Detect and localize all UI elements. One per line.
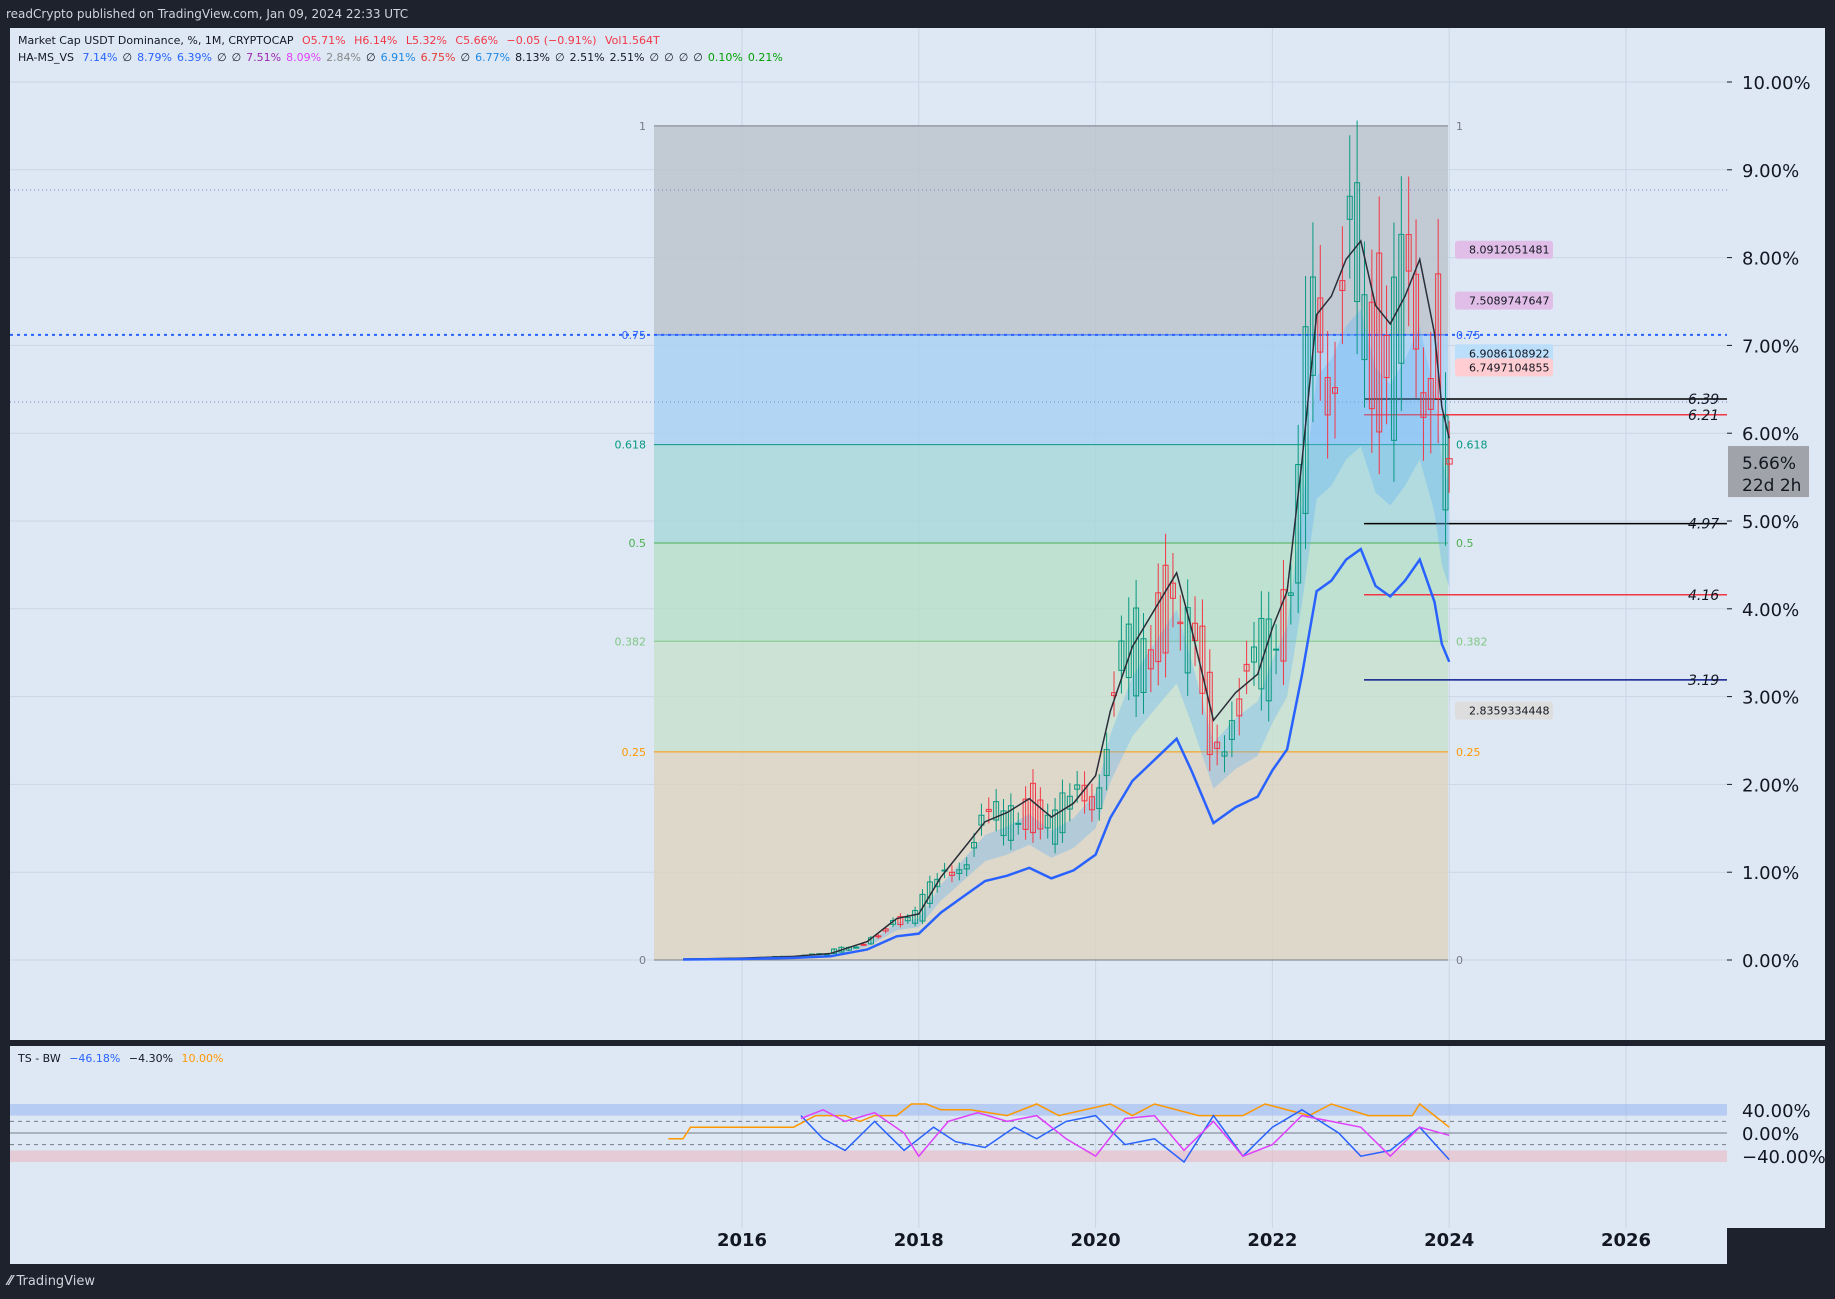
oscillator-background (10, 1043, 1727, 1228)
oscillator-axis-label: 0.00% (1742, 1124, 1799, 1145)
value-tag-label: 7.5089747647 (1469, 295, 1549, 308)
fib-level-label-right: 0 (1456, 954, 1463, 967)
level-label: 4.97 (1688, 517, 1719, 533)
price-axis-label: 3.00% (1742, 688, 1799, 709)
legend-indicator-value: 6.77% (475, 51, 511, 64)
level-label: 3.19 (1688, 673, 1719, 689)
legend-indicator-value: 6.75% (420, 51, 456, 64)
legend-indicator-value: 8.09% (286, 51, 322, 64)
price-axis-label: 9.00% (1742, 161, 1799, 182)
price-axis-background (1727, 28, 1825, 1228)
legend-oscillator: TS - BW −46.18% −4.30% 10.00% (18, 1052, 229, 1065)
legend-indicator-value: ∅ (460, 51, 471, 64)
legend-indicator-value: 8.13% (515, 51, 551, 64)
legend-indicator-value: 0.10% (707, 51, 743, 64)
price-axis-label: 4.00% (1742, 600, 1799, 621)
fib-level-label-left: 0.382 (615, 635, 647, 648)
candle-body (853, 946, 860, 949)
legend-oscillator-v3: 10.00% (181, 1052, 224, 1065)
candle-body (1273, 648, 1280, 651)
left-frame (0, 28, 10, 1264)
candle-body (1015, 822, 1022, 825)
current-price-label: 5.66% (1742, 454, 1796, 474)
legend-oscillator-v1: −46.18% (69, 1052, 121, 1065)
legend-volume: Vol1.564T (605, 34, 660, 47)
footer-bar: ⁄⁄ TradingView (0, 1264, 1835, 1299)
fib-level-label-left: 1 (639, 120, 646, 133)
time-axis-label: 2026 (1601, 1230, 1651, 1251)
legend-indicator-value: ∅ (231, 51, 242, 64)
candle-body (860, 943, 867, 946)
tradingview-logo-icon: ⁄⁄ (8, 1274, 13, 1289)
legend-main: Market Cap USDT Dominance, %, 1M, CRYPTO… (18, 34, 665, 47)
value-tag-label: 8.0912051481 (1469, 244, 1549, 257)
legend-indicator-value: 7.51% (246, 51, 282, 64)
legend-indicator-value: ∅ (664, 51, 674, 64)
legend-open: O5.71% (302, 34, 346, 47)
fib-level-label-right: 0.382 (1456, 635, 1488, 648)
price-axis-label: 1.00% (1742, 863, 1799, 884)
legend-close: C5.66% (455, 34, 499, 47)
price-axis-label: 7.00% (1742, 336, 1799, 357)
fib-zone (654, 641, 1448, 752)
legend-high: H6.14% (354, 34, 398, 47)
price-axis-label: 6.00% (1742, 424, 1799, 445)
fib-level-label-left: 0.25 (622, 746, 647, 759)
legend-symbol: Market Cap USDT Dominance, %, 1M, CRYPTO… (18, 34, 294, 47)
right-frame (1825, 28, 1835, 1264)
time-axis-label: 2022 (1247, 1230, 1297, 1251)
legend-indicator-value: ∅ (216, 51, 227, 64)
price-axis-label: 10.00% (1742, 73, 1811, 94)
legend-indicator-value: 6.39% (177, 51, 212, 64)
legend-indicator-value: 6.91% (380, 51, 416, 64)
price-axis-label: 8.00% (1742, 249, 1799, 270)
level-label: 4.16 (1688, 588, 1719, 604)
legend-indicator-value: 7.14% (82, 51, 118, 64)
legend-indicator: HA-MS_VS 7.14% ∅ 8.79% 6.39% ∅ ∅ 7.51% 8.09% 2.8… (18, 51, 788, 64)
level-label: 6.21 (1688, 408, 1719, 424)
legend-indicator-value: ∅ (555, 51, 565, 64)
legend-change: −0.05 (−0.91%) (506, 34, 597, 47)
fib-level-label-right: 0.25 (1456, 746, 1481, 759)
fib-zone (654, 542, 1448, 642)
legend-indicator-value: 2.51% (609, 51, 645, 64)
price-axis-label: 2.00% (1742, 775, 1799, 796)
fib-level-label-right: 0.618 (1456, 439, 1488, 452)
time-axis-label: 2016 (717, 1230, 767, 1251)
fib-zone (654, 125, 1448, 335)
fib-level-label-left: 0.5 (629, 537, 647, 550)
time-axis-label: 2024 (1424, 1230, 1474, 1251)
price-axis-label: 5.00% (1742, 512, 1799, 533)
legend-indicator-value: 8.79% (137, 51, 173, 64)
legend-indicator-name: HA-MS_VS (18, 51, 75, 64)
level-label: 6.39 (1688, 392, 1719, 408)
value-tag-label: 2.8359334448 (1469, 705, 1549, 718)
footer-brand: TradingView (16, 1274, 96, 1289)
legend-indicator-value: ∅ (693, 51, 703, 64)
legend-indicator-value: ∅ (649, 51, 660, 64)
countdown-label: 22d 2h (1742, 476, 1801, 496)
time-axis-label: 2020 (1071, 1230, 1121, 1251)
fib-level-label-left: 0 (639, 954, 646, 967)
fib-level-label-left: 0.618 (615, 439, 647, 452)
legend-indicator-value: 2.84% (326, 51, 362, 64)
time-axis-label: 2018 (894, 1230, 944, 1251)
fib-level-label-right: 1 (1456, 120, 1463, 133)
fib-level-label-right: 0.5 (1456, 537, 1474, 550)
legend-oscillator-name: TS - BW (18, 1052, 61, 1065)
legend-oscillator-v2: −4.30% (128, 1052, 174, 1065)
legend-indicator-value: ∅ (678, 51, 689, 64)
oscillator-axis-label: −40.00% (1742, 1147, 1826, 1168)
chart-canvas[interactable]: 1 10.75 0.750.618 0.6180.5 0.50.382 0.3820.25… (0, 0, 1835, 1299)
legend-low: L5.32% (405, 34, 447, 47)
oscillator-axis-label: 40.00% (1742, 1101, 1811, 1122)
legend-indicator-value: ∅ (366, 51, 376, 64)
price-axis-label: 0.00% (1742, 951, 1799, 972)
legend-indicator-value: 0.21% (747, 51, 783, 64)
legend-indicator-value: ∅ (122, 51, 133, 64)
legend-indicator-value: 2.51% (569, 51, 605, 64)
oscillator-lower-zone (10, 1150, 1727, 1162)
value-tag-label: 6.7497104855 (1469, 361, 1549, 374)
